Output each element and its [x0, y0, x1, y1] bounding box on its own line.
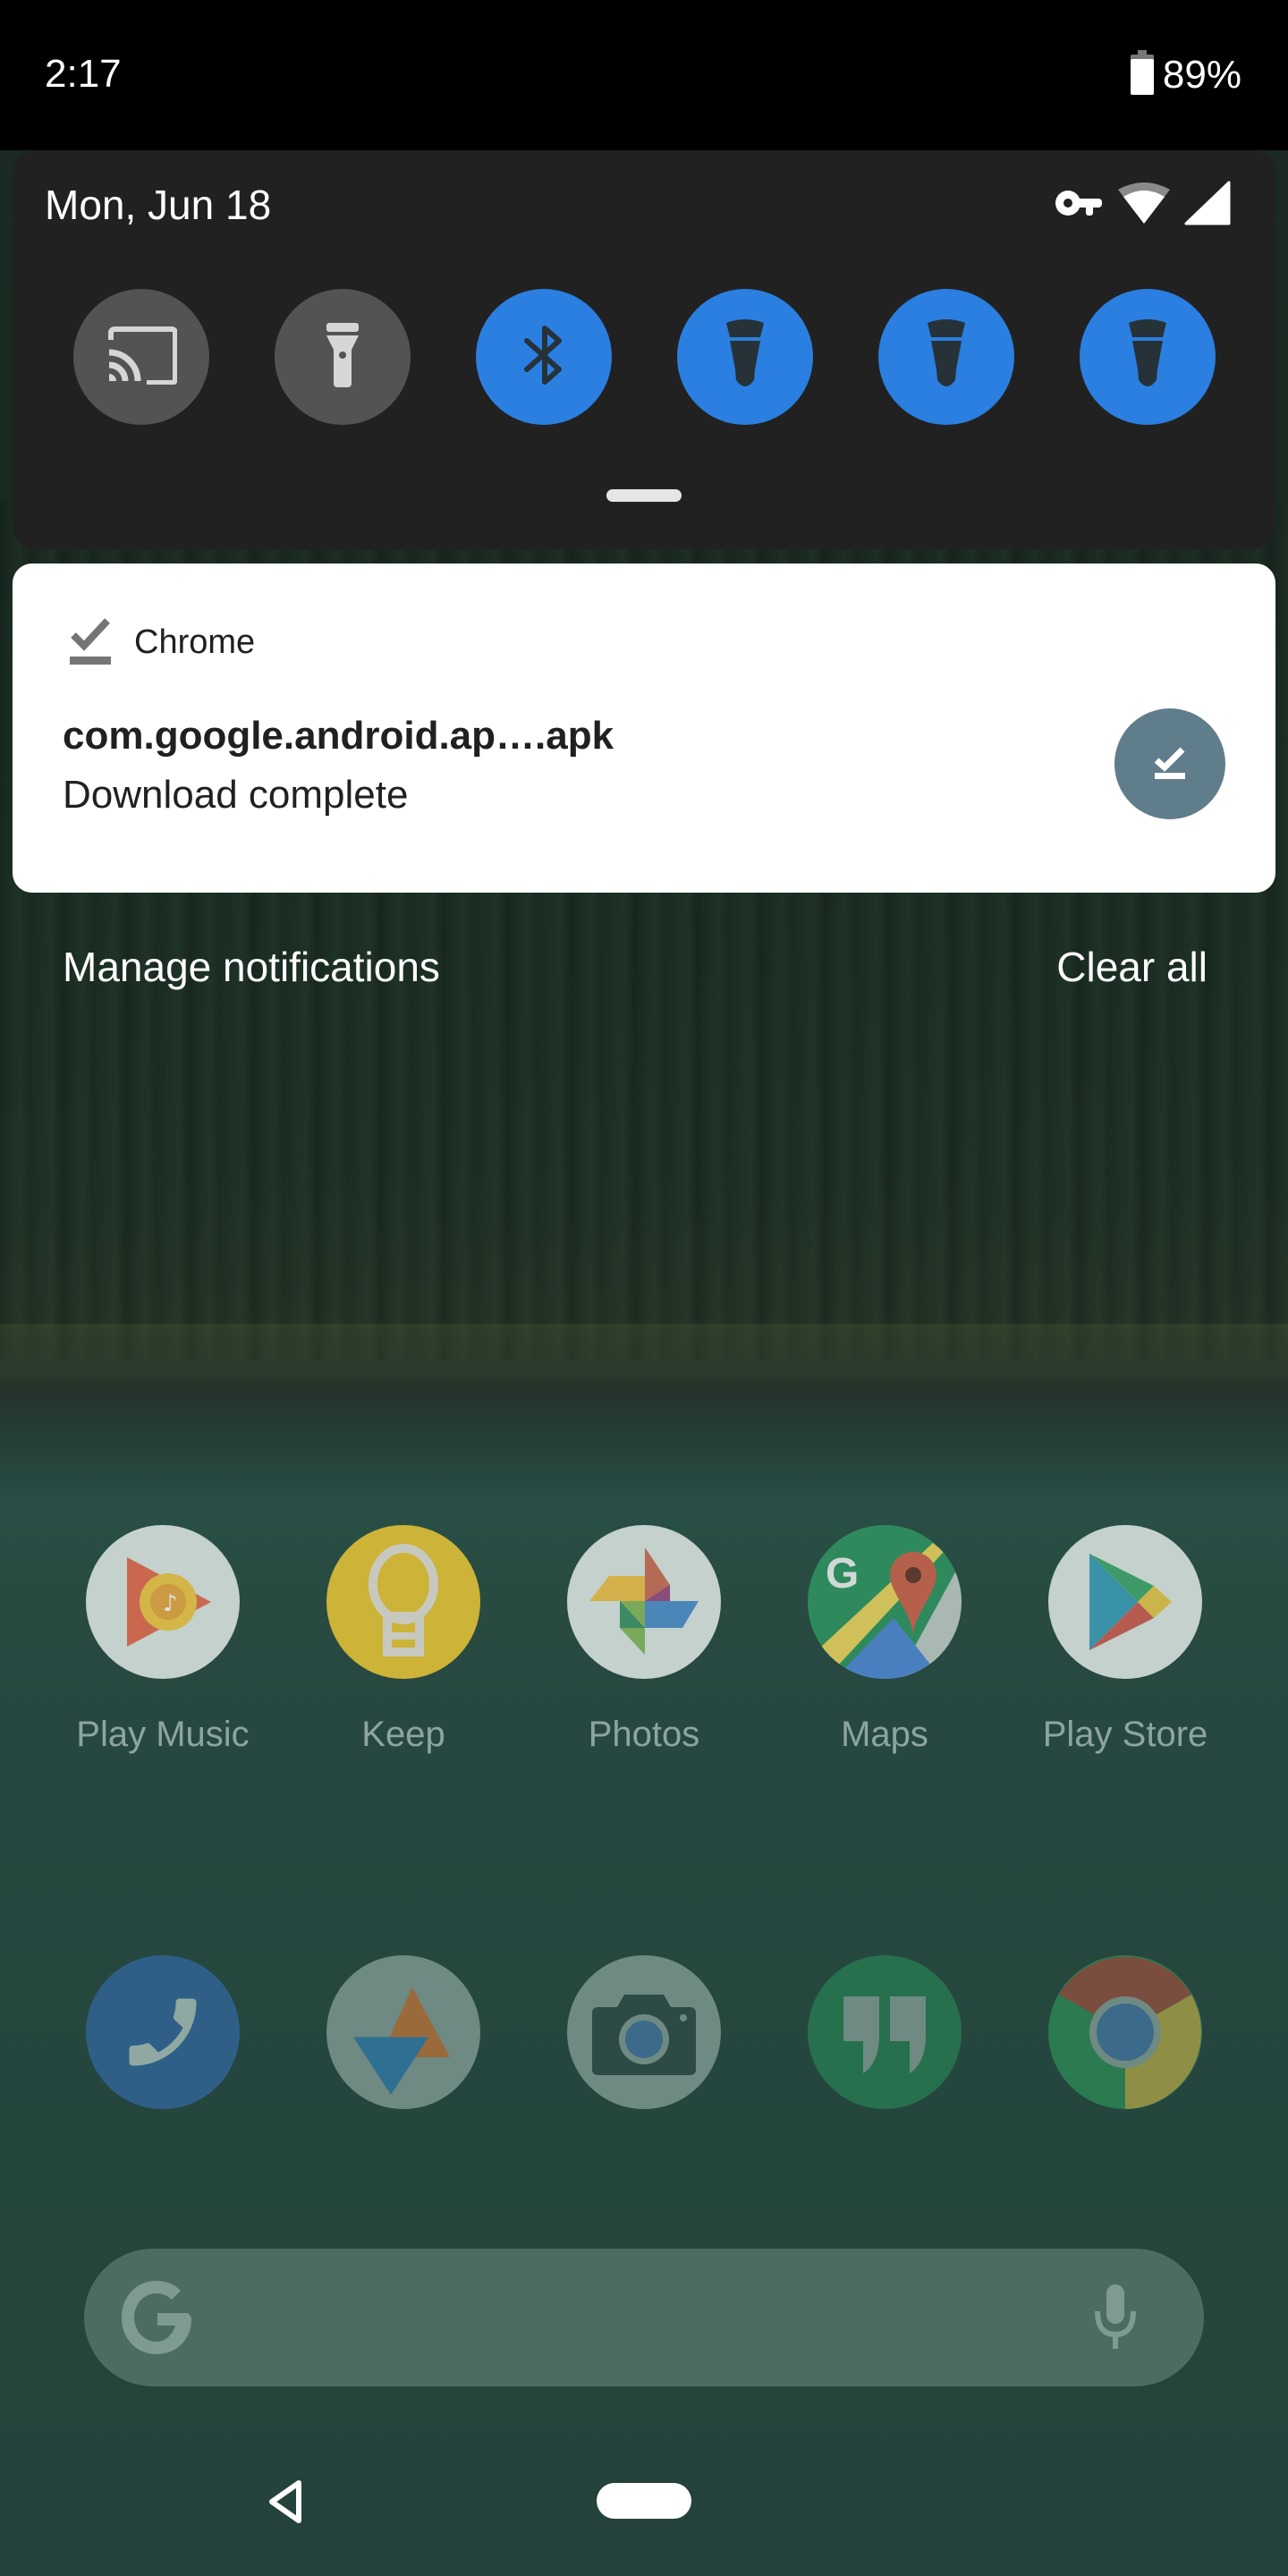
battery-icon [1130, 50, 1154, 99]
light-bulb-icon [926, 318, 967, 397]
notification-app-name: Chrome [134, 623, 256, 661]
app-keep[interactable]: Keep [283, 1525, 524, 1755]
tile-light-2[interactable] [878, 289, 1014, 425]
notification-action-button[interactable] [1114, 708, 1225, 819]
light-bulb-icon [724, 318, 766, 397]
clear-all-button[interactable]: Clear all [1056, 943, 1208, 991]
qs-expand-handle[interactable] [606, 489, 682, 502]
app-label: Keep [361, 1715, 445, 1754]
flashlight-icon [326, 322, 359, 392]
home-pill-button[interactable] [597, 2483, 691, 2519]
phone-icon [86, 1955, 240, 2109]
dock-chrome[interactable] [1004, 1955, 1246, 2109]
dock-triangle-app[interactable] [283, 1955, 524, 2109]
app-play-music[interactable]: ♪ Play Music [42, 1525, 284, 1755]
download-done-icon [70, 615, 111, 670]
battery-percent: 89% [1162, 52, 1241, 97]
app-maps[interactable]: G Maps [764, 1525, 1005, 1755]
camera-icon [567, 1955, 721, 2109]
google-logo-icon [120, 2279, 193, 2360]
svg-text:G: G [826, 1550, 859, 1597]
tile-light-3[interactable] [1080, 289, 1216, 425]
app-label: Play Music [76, 1715, 250, 1754]
notification-card[interactable]: Chrome com.google.android.ap….apk Downlo… [13, 564, 1275, 893]
app-photos[interactable]: Photos [523, 1525, 765, 1755]
notification-header: Chrome [70, 615, 255, 670]
tile-light-1[interactable] [677, 289, 813, 425]
maps-icon: G [808, 1525, 962, 1679]
status-bar-right: 89% [1130, 50, 1241, 99]
vpn-key-icon [1054, 189, 1104, 222]
tile-flashlight[interactable] [275, 289, 411, 425]
clock: 2:17 [45, 52, 122, 96]
cast-icon [106, 326, 178, 389]
play-store-icon [1048, 1525, 1202, 1679]
notification-title: com.google.android.ap….apk [63, 714, 614, 758]
keep-icon [326, 1525, 480, 1679]
notification-text: Download complete [63, 773, 409, 817]
dock-hangouts[interactable] [764, 1955, 1005, 2109]
qs-date: Mon, Jun 18 [45, 182, 272, 228]
triangle-app-icon [326, 1955, 480, 2109]
qs-tiles [73, 289, 1216, 425]
tile-cast[interactable] [73, 289, 209, 425]
svg-text:♪: ♪ [163, 1590, 178, 1617]
bluetooth-icon [523, 323, 564, 392]
chrome-icon [1048, 1955, 1202, 2109]
download-done-icon [1154, 744, 1186, 784]
status-bar: 2:17 89% [0, 0, 1288, 150]
quick-settings-panel: Mon, Jun 18 [13, 150, 1275, 549]
hangouts-icon [808, 1955, 962, 2109]
manage-notifications-button[interactable]: Manage notifications [63, 943, 440, 991]
dock-phone[interactable] [42, 1955, 284, 2109]
app-play-store[interactable]: Play Store [1004, 1525, 1246, 1755]
mic-icon[interactable] [1095, 2284, 1136, 2355]
tile-bluetooth[interactable] [476, 289, 612, 425]
back-icon[interactable] [267, 2479, 304, 2529]
app-label: Play Store [1042, 1715, 1208, 1754]
light-bulb-icon [1127, 318, 1168, 397]
app-label: Maps [841, 1715, 928, 1754]
app-label: Photos [588, 1715, 700, 1754]
play-music-icon: ♪ [86, 1525, 240, 1679]
wifi-icon [1116, 181, 1172, 230]
google-search-bar[interactable] [84, 2249, 1204, 2386]
qs-status-icons [1054, 181, 1231, 230]
photos-icon [567, 1525, 721, 1679]
cellular-signal-icon [1184, 181, 1231, 230]
dock-camera[interactable] [523, 1955, 765, 2109]
